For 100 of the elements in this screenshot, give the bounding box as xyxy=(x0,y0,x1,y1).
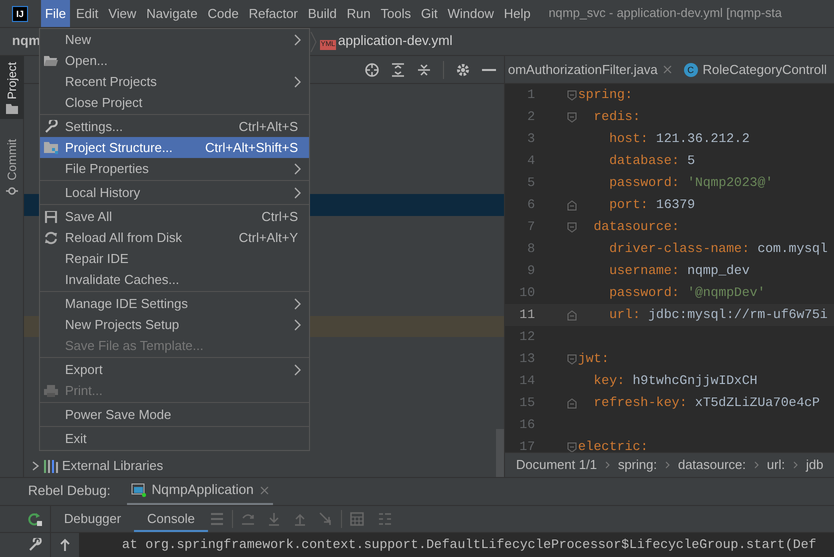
menu-item[interactable]: Run xyxy=(342,0,375,27)
menu-item[interactable]: Local History xyxy=(40,182,309,203)
menu-icon xyxy=(210,512,224,526)
menu-item[interactable]: New xyxy=(40,29,309,50)
line-number: 12 xyxy=(518,328,535,346)
code-text: password: 'Nqmp2023@' xyxy=(608,174,774,192)
code-text: username: nqmp_dev xyxy=(608,262,750,280)
run-to-cursor-icon xyxy=(318,512,333,526)
tool-window-tab[interactable]: Commit xyxy=(0,133,24,201)
collapse-all-icon xyxy=(417,62,431,76)
line-number: 17 xyxy=(518,438,535,452)
line-number: 9 xyxy=(526,262,535,280)
menu-item[interactable]: Refactor xyxy=(244,0,302,27)
chevron-icon xyxy=(30,461,40,471)
menu-item[interactable]: Exit xyxy=(40,428,309,449)
folder-icon xyxy=(44,54,58,68)
panel-title: Rebel Debug: xyxy=(28,482,111,500)
line-number: 13 xyxy=(518,350,535,368)
line-number: 15 xyxy=(518,394,535,412)
code-text: refresh-key: xT5dZLiZUa70e4cP xyxy=(592,394,820,412)
menu-item[interactable]: Close Project xyxy=(40,92,309,113)
code-text: datasource: xyxy=(592,218,680,236)
menu-item[interactable]: Window xyxy=(444,0,498,27)
step-out-icon xyxy=(292,512,307,526)
code-text: redis: xyxy=(592,108,640,126)
scrollbar-thumb[interactable] xyxy=(496,429,504,477)
menu-item[interactable]: Tools xyxy=(376,0,415,27)
breadcrumb-item[interactable]: datasource: xyxy=(678,455,746,475)
library-icon xyxy=(44,459,58,473)
reload-icon xyxy=(44,230,58,244)
arrow-up-icon xyxy=(59,538,71,552)
line-number: 8 xyxy=(526,240,535,258)
minimize-icon xyxy=(482,68,496,70)
editor-tab[interactable]: C RoleCategoryControll xyxy=(682,56,827,83)
code-text: spring: xyxy=(578,86,633,104)
line-number: 4 xyxy=(526,152,535,170)
menu-item[interactable]: Export xyxy=(40,359,309,380)
menu-item[interactable]: Open... xyxy=(40,50,309,71)
panel-tab[interactable]: Debugger xyxy=(51,506,134,532)
class-icon: C xyxy=(684,62,698,76)
line-number: 1 xyxy=(526,86,535,104)
menu-item[interactable]: Help xyxy=(500,0,535,27)
commit-icon xyxy=(6,184,18,197)
code-text: driver-class-name: com.mysql xyxy=(608,240,828,258)
chevron-icon xyxy=(604,461,610,469)
line-number: 2 xyxy=(526,108,535,126)
window-title: nqmp_svc - application-dev.yml [nqmp-sta xyxy=(548,5,782,22)
line-number: 10 xyxy=(518,284,535,302)
breadcrumb-file[interactable]: application-dev.yml xyxy=(338,31,453,52)
chevron-icon xyxy=(664,461,670,469)
breadcrumb-item[interactable]: jdb xyxy=(806,455,824,475)
menu-item[interactable]: Power Save Mode xyxy=(40,404,309,425)
line-number: 6 xyxy=(526,196,535,214)
menu-item[interactable]: Edit xyxy=(72,0,102,27)
line-number: 3 xyxy=(526,130,535,148)
menu-item[interactable]: View xyxy=(104,0,140,27)
line-number: 11 xyxy=(518,306,535,324)
expand-all-icon xyxy=(391,62,405,76)
menu-item[interactable]: New Projects Setup xyxy=(40,314,309,335)
console-line: at org.springframework.context.support.DefaultLifecycleProcessor$LifecycleGroup.start(Def xyxy=(122,536,816,554)
printer-icon xyxy=(44,384,58,398)
folder-icon xyxy=(6,103,18,116)
run-tab[interactable]: NqmpApplication xyxy=(126,478,273,506)
list-icon xyxy=(378,512,392,526)
line-number: 5 xyxy=(526,174,535,192)
locate-icon xyxy=(365,62,379,76)
close-icon xyxy=(260,486,269,494)
chevron-icon xyxy=(792,461,798,469)
menu-item[interactable]: Invalidate Caches... xyxy=(40,269,309,290)
code-text: password: '@nqmpDev' xyxy=(608,284,766,302)
editor-tab[interactable]: omAuthorizationFilter.java xyxy=(505,56,682,83)
step-over-icon xyxy=(240,512,255,526)
table-icon xyxy=(350,512,364,526)
tree-item[interactable]: External Libraries xyxy=(30,456,168,476)
menu-item[interactable]: Git xyxy=(416,0,442,27)
menu-item[interactable]: Code xyxy=(204,0,243,27)
menu-item[interactable]: Project Structure... Ctrl+Alt+Shift+S xyxy=(40,137,309,158)
line-number: 14 xyxy=(518,372,535,390)
application-icon xyxy=(130,483,146,497)
rerun-icon xyxy=(28,512,42,526)
code-text: key: h9twhcGnjjwIDxCH xyxy=(592,372,758,390)
step-into-icon xyxy=(266,512,281,526)
menu-item[interactable]: Settings... Ctrl+Alt+S xyxy=(40,116,309,137)
menu-item[interactable]: Navigate xyxy=(142,0,202,27)
menu-item[interactable]: Save All Ctrl+S xyxy=(40,206,309,227)
tool-window-tab[interactable]: Project xyxy=(0,56,24,120)
menu-item[interactable]: Manage IDE Settings xyxy=(40,293,309,314)
breadcrumb-item[interactable]: Document 1/1 xyxy=(516,455,597,475)
menu-item[interactable]: Build xyxy=(304,0,341,27)
code-text: host: 121.36.212.2 xyxy=(608,130,750,148)
breadcrumb-item[interactable]: spring: xyxy=(618,455,657,475)
line-number: 16 xyxy=(518,416,535,434)
menu-item[interactable]: File Properties xyxy=(40,158,309,179)
menu-item[interactable]: File xyxy=(41,0,70,27)
code-text: jwt: xyxy=(578,350,610,368)
menu-item[interactable]: Recent Projects xyxy=(40,71,309,92)
menu-item[interactable]: Reload All from Disk Ctrl+Alt+Y xyxy=(40,227,309,248)
code-text: url: jdbc:mysql://rm-uf6w75i xyxy=(608,306,828,324)
menu-item[interactable]: Repair IDE xyxy=(40,248,309,269)
breadcrumb-item[interactable]: url: xyxy=(766,455,785,475)
